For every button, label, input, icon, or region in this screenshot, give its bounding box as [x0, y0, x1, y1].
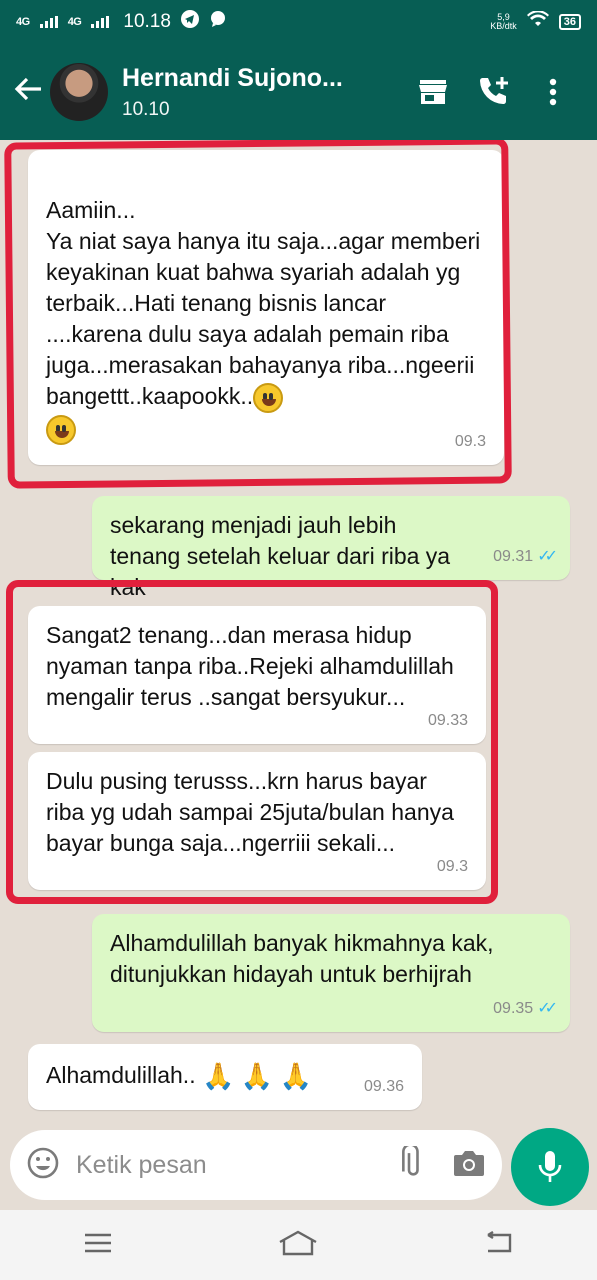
signal-icon-2 — [91, 16, 110, 28]
message-time: 09.35 — [493, 1000, 534, 1017]
navigation-bar — [0, 1210, 597, 1280]
message-time: 09.3 — [436, 858, 468, 875]
message-text: Sangat2 tenang...dan merasa hidup nyaman… — [46, 622, 454, 710]
folded-hands-emoji: 🙏 — [201, 1061, 235, 1092]
message-time: 09.33 — [427, 712, 468, 729]
message-outgoing[interactable]: sekarang menjadi jauh lebih tenang setel… — [92, 496, 570, 600]
speed-unit: KB/dtk — [490, 21, 517, 31]
contact-name: Hernandi Sujono... — [122, 63, 343, 92]
microphone-button[interactable] — [511, 1128, 589, 1206]
chat-area[interactable]: Aamiin... Ya niat saya hanya itu saja...… — [0, 140, 597, 1128]
grinning-face-emoji — [46, 414, 76, 445]
message-text: sekarang menjadi jauh lebih tenang setel… — [110, 512, 451, 600]
home-icon[interactable] — [278, 1230, 318, 1261]
signal-icon — [39, 16, 58, 28]
message-text: Alhamdulillah.. — [46, 1062, 196, 1088]
input-bar: Ketik pesan — [0, 1128, 597, 1208]
telegram-icon — [180, 10, 199, 34]
menu-icon[interactable] — [83, 1232, 113, 1259]
battery-indicator: 36 — [558, 14, 581, 30]
message-time: 09.31 — [493, 548, 534, 565]
message-text: Alhamdulillah banyak hikmahnya kak, ditu… — [110, 930, 494, 987]
last-seen: 10.10 — [122, 98, 170, 120]
double-check-icon: ✓✓ — [537, 1000, 558, 1017]
store-icon[interactable] — [403, 79, 463, 105]
status-time: 10.18 — [123, 11, 171, 32]
microphone-icon — [538, 1151, 562, 1182]
contact-avatar[interactable] — [50, 63, 108, 121]
wifi-icon — [526, 10, 549, 33]
message-text: Dulu pusing terusss...krn harus bayar ri… — [46, 768, 454, 856]
contact-info[interactable]: Hernandi Sujono... 10.10 — [122, 64, 403, 121]
double-check-icon: ✓✓ — [537, 548, 558, 565]
message-outgoing[interactable]: Alhamdulillah banyak hikmahnya kak, ditu… — [92, 914, 570, 1032]
status-bar: 4G 4G 10.18 5,9 KB/dtk 36 — [0, 0, 597, 44]
add-call-icon[interactable] — [463, 75, 523, 109]
network-indicator-2: 4G — [67, 16, 82, 28]
message-text: Aamiin... Ya niat saya hanya itu saja...… — [46, 197, 481, 409]
grinning-face-emoji — [253, 382, 284, 413]
back-arrow-icon[interactable] — [14, 75, 50, 109]
emoji-icon[interactable] — [26, 1146, 60, 1185]
message-time: 09.36 — [363, 1078, 404, 1095]
top-bar: 4G 4G 10.18 5,9 KB/dtk 36 Hernandi Sujon… — [0, 0, 597, 140]
message-input[interactable]: Ketik pesan — [10, 1130, 502, 1200]
message-incoming[interactable]: Aamiin... Ya niat saya hanya itu saja...… — [28, 150, 504, 465]
chat-header: Hernandi Sujono... 10.10 — [0, 44, 597, 140]
more-options-icon[interactable] — [523, 78, 583, 106]
message-input-placeholder: Ketik pesan — [76, 1150, 207, 1179]
message-time: 09.3 — [454, 433, 486, 450]
message-incoming[interactable]: Dulu pusing terusss...krn harus bayar ri… — [28, 752, 486, 890]
camera-icon[interactable] — [452, 1148, 486, 1183]
back-nav-icon[interactable] — [484, 1230, 514, 1260]
folded-hands-emoji: 🙏 — [279, 1061, 312, 1092]
folded-hands-emoji: 🙏 — [240, 1061, 274, 1092]
network-speed: 5,9 KB/dtk — [490, 13, 517, 31]
message-incoming[interactable]: Sangat2 tenang...dan merasa hidup nyaman… — [28, 606, 486, 744]
attach-icon[interactable] — [392, 1142, 426, 1185]
network-indicator-1: 4G — [16, 16, 30, 28]
chat-notification-icon — [209, 10, 227, 34]
message-incoming[interactable]: Alhamdulillah.. 🙏 🙏 🙏 09.36 — [28, 1044, 422, 1110]
